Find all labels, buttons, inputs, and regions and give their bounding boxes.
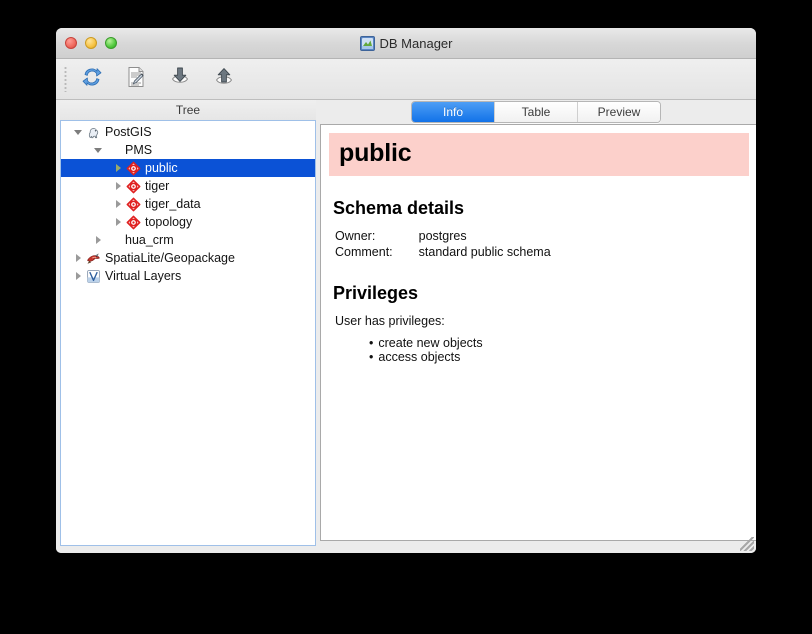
privileges-heading: Privileges [333, 283, 419, 303]
export-up-arrow-icon [212, 65, 236, 94]
tree-item-label: PostGIS [105, 125, 152, 139]
tree-item-hua-crm[interactable]: hua_crm [61, 231, 315, 249]
chevron-right-icon[interactable] [111, 195, 125, 213]
chevron-right-icon[interactable] [71, 267, 85, 285]
info-content: public Schema details Owner: postgres Co… [321, 133, 756, 364]
tab-info[interactable]: Info [412, 102, 495, 122]
window-body: Tree PostGIS PMS public tiger tiger_datatopo… [56, 100, 756, 553]
info-content-frame[interactable]: public Schema details Owner: postgres Co… [320, 124, 756, 541]
page-title: public [339, 139, 412, 167]
tab-bar: Info Table Preview [320, 100, 752, 124]
resize-grip[interactable] [740, 537, 754, 551]
toolbar-drag-handle[interactable] [60, 64, 70, 94]
screen: DB Manager Tree PostGIS PMS public tiger… [0, 0, 812, 634]
title-center: DB Manager [56, 28, 756, 58]
schema-diamond-icon [125, 196, 142, 212]
tab-preview[interactable]: Preview [578, 102, 660, 122]
chevron-right-icon[interactable] [111, 159, 125, 177]
window-controls [65, 37, 117, 49]
postgis-elephant-icon [85, 124, 102, 140]
tree-item-label: Virtual Layers [105, 269, 182, 283]
tree-item-label: tiger [145, 179, 170, 193]
import-down-arrow-icon [168, 65, 192, 94]
title-bar: DB Manager [56, 28, 756, 59]
list-item: access objects [369, 350, 756, 364]
tree-item-tiger[interactable]: tiger [61, 177, 315, 195]
tree-dock: Tree PostGIS PMS public tiger tiger_datatopo… [60, 100, 316, 546]
schema-details-heading: Schema details [333, 198, 465, 218]
import-layer-button[interactable] [158, 62, 202, 96]
window-title: DB Manager [379, 35, 453, 51]
virtual-layers-icon [85, 268, 102, 284]
database-layers-icon [359, 35, 375, 51]
no-icon [105, 232, 122, 248]
chevron-down-icon[interactable] [91, 141, 105, 159]
tree-list: PostGIS PMS public tiger tiger_data topology h… [61, 121, 315, 285]
list-item: create new objects [369, 336, 756, 350]
tree-panel-title: Tree [60, 100, 316, 120]
schema-name-banner: public [329, 133, 749, 176]
toolbar [56, 59, 756, 100]
tree-item-postgis[interactable]: PostGIS [61, 123, 315, 141]
sql-window-icon [124, 65, 148, 94]
chevron-right-icon[interactable] [71, 249, 85, 267]
chevron-right-icon[interactable] [91, 231, 105, 249]
tab-table[interactable]: Table [495, 102, 578, 122]
db-manager-window: DB Manager Tree PostGIS PMS public tiger… [56, 28, 756, 553]
tree-item-label: SpatiaLite/Geopackage [105, 251, 235, 265]
sql-window-button[interactable] [114, 62, 158, 96]
tree-item-label: tiger_data [145, 197, 201, 211]
minimize-button[interactable] [85, 37, 97, 49]
chevron-right-icon[interactable] [111, 177, 125, 195]
schema-details-table: Owner: postgres Comment: standard public… [335, 229, 551, 261]
tree-view[interactable]: PostGIS PMS public tiger tiger_data topology h… [60, 120, 316, 546]
zoom-button[interactable] [105, 37, 117, 49]
table-row: Comment: standard public schema [335, 245, 551, 261]
tree-item-label: public [145, 161, 178, 175]
tree-item-virtual-layers[interactable]: Virtual Layers [61, 267, 315, 285]
owner-value: postgres [418, 229, 467, 243]
comment-value: standard public schema [418, 245, 551, 259]
schema-diamond-icon [125, 178, 142, 194]
tree-item-label: hua_crm [125, 233, 174, 247]
tree-item-spatialite-geopackage[interactable]: SpatiaLite/Geopackage [61, 249, 315, 267]
tree-item-tiger-data[interactable]: tiger_data [61, 195, 315, 213]
tree-item-label: topology [145, 215, 193, 229]
export-layer-button[interactable] [202, 62, 246, 96]
privileges-lead: User has privileges: [335, 314, 445, 328]
close-button[interactable] [65, 37, 77, 49]
tree-item-label: PMS [125, 143, 153, 157]
schema-diamond-icon [125, 160, 142, 176]
privileges-list: create new objects access objects [321, 336, 756, 364]
comment-label: Comment: [335, 245, 393, 259]
refresh-button[interactable] [70, 62, 114, 96]
owner-label: Owner: [335, 229, 376, 243]
tree-item-topology[interactable]: topology [61, 213, 315, 231]
spatialite-bird-icon [85, 250, 102, 266]
schema-diamond-icon [125, 214, 142, 230]
refresh-icon [80, 65, 104, 94]
no-icon [105, 142, 122, 158]
chevron-right-icon[interactable] [111, 213, 125, 231]
table-row: Owner: postgres [335, 229, 551, 245]
chevron-down-icon[interactable] [71, 123, 85, 141]
tree-item-pms[interactable]: PMS [61, 141, 315, 159]
detail-pane: Info Table Preview public Schema details O… [320, 100, 756, 546]
tree-item-public[interactable]: public [61, 159, 315, 177]
tab-group: Info Table Preview [411, 101, 661, 123]
